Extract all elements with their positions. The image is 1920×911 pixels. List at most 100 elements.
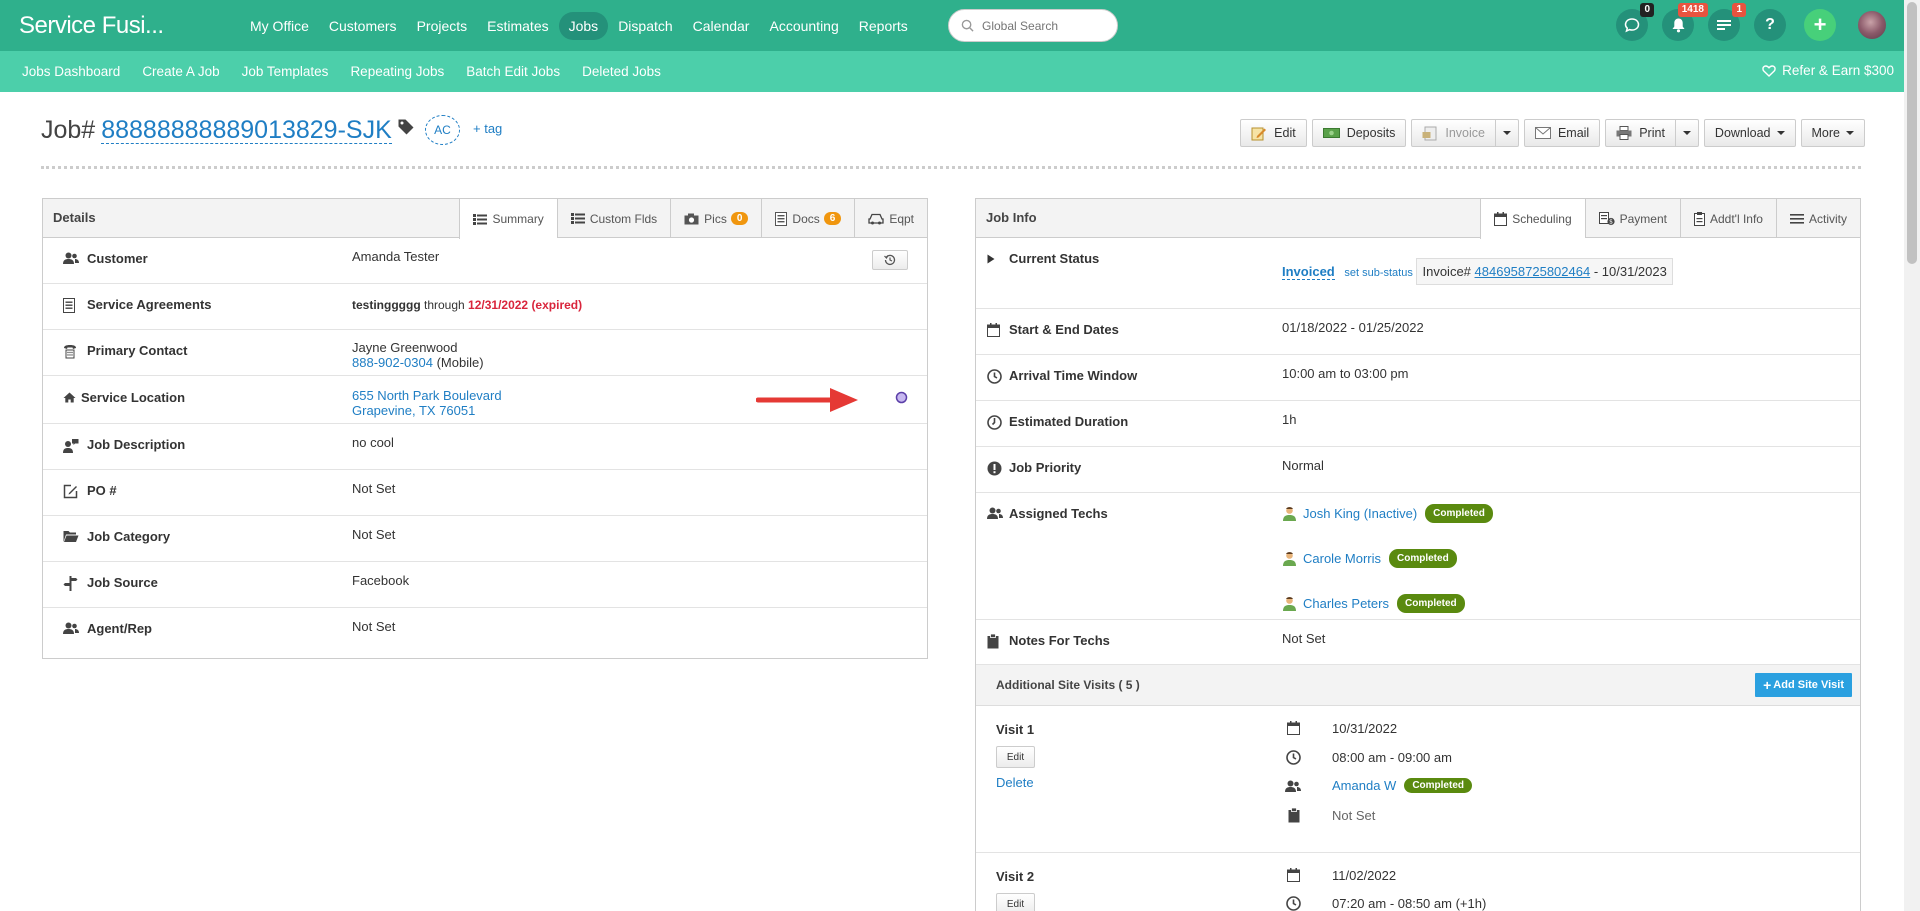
subnav-batch-edit-jobs[interactable]: Batch Edit Jobs xyxy=(466,64,560,79)
tasks-button[interactable]: 1 xyxy=(1708,3,1746,41)
tab-scheduling-label: Scheduling xyxy=(1512,212,1572,226)
visit-edit-button[interactable]: Edit xyxy=(996,746,1035,768)
tab-pics[interactable]: Pics 0 xyxy=(670,199,761,238)
add-tag-link[interactable]: + tag xyxy=(473,121,502,136)
subnav-job-templates[interactable]: Job Templates xyxy=(242,64,329,79)
more-button[interactable]: More xyxy=(1800,119,1865,147)
tab-payment[interactable]: $ Payment xyxy=(1584,199,1680,238)
info-row-current-status[interactable]: Current Status Invoiced set sub-status I… xyxy=(976,238,1860,309)
visit-edit-button[interactable]: Edit xyxy=(996,893,1035,911)
page-scrollbar[interactable] xyxy=(1904,0,1920,911)
job-source-label: Job Source xyxy=(87,575,158,590)
users-icon xyxy=(63,622,79,634)
deposits-button[interactable]: Deposits xyxy=(1311,119,1407,147)
scrollbar-thumb[interactable] xyxy=(1907,2,1917,264)
tag-icon[interactable] xyxy=(397,118,415,136)
tab-additional-info[interactable]: Addt'l Info xyxy=(1679,199,1776,238)
nav-my-office[interactable]: My Office xyxy=(240,12,319,40)
nav-jobs[interactable]: Jobs xyxy=(558,11,609,40)
invoice-dropdown-toggle[interactable] xyxy=(1495,119,1519,147)
clock-icon xyxy=(1286,896,1301,911)
service-location-value: 655 North Park Boulevard Grapevine, TX 7… xyxy=(352,388,502,418)
location-map-marker-icon[interactable] xyxy=(895,391,908,404)
agent-rep-value: Not Set xyxy=(352,619,396,634)
customer-link[interactable]: Amanda Tester xyxy=(352,249,439,264)
location-line2-link[interactable]: Grapevine, TX 76051 xyxy=(352,403,502,418)
tab-equipment[interactable]: Eqpt xyxy=(854,199,927,238)
assignee-initials-badge[interactable]: AC xyxy=(425,115,460,145)
printer-icon xyxy=(1616,126,1632,140)
more-label: More xyxy=(1811,126,1840,140)
edit-button[interactable]: Edit xyxy=(1240,119,1307,147)
pics-count-badge: 0 xyxy=(730,212,749,225)
edit-icon xyxy=(1251,127,1267,140)
detail-row-service-agreements: Service Agreements testinggggg through 1… xyxy=(43,284,927,330)
print-button[interactable]: Print xyxy=(1605,119,1676,147)
subnav-repeating-jobs[interactable]: Repeating Jobs xyxy=(350,64,444,79)
tech-name-link[interactable]: Charles Peters xyxy=(1303,596,1389,611)
nav-accounting[interactable]: Accounting xyxy=(759,12,848,40)
notifications-button[interactable]: 1418 xyxy=(1662,3,1708,41)
subnav-deleted-jobs[interactable]: Deleted Jobs xyxy=(582,64,661,79)
visit-time: 08:00 am - 09:00 am xyxy=(1332,750,1452,765)
location-line1-link[interactable]: 655 North Park Boulevard xyxy=(352,388,502,403)
agreement-expiry: 12/31/2022 (expired) xyxy=(468,298,583,312)
docs-count-badge: 6 xyxy=(823,212,842,225)
contact-phone-link[interactable]: 888-902-0304 xyxy=(352,355,433,370)
user-speech-icon xyxy=(63,439,79,453)
add-site-visit-button[interactable]: + Add Site Visit xyxy=(1755,673,1852,697)
tab-docs[interactable]: Docs 6 xyxy=(761,199,854,238)
refer-earn-link[interactable]: Refer & Earn $300 xyxy=(1762,63,1894,78)
list-icon xyxy=(570,213,585,224)
detail-row-job-category: Job Category Not Set xyxy=(43,516,927,562)
nav-dispatch[interactable]: Dispatch xyxy=(608,12,682,40)
search-input[interactable] xyxy=(982,18,1102,33)
tab-custom-fields[interactable]: Custom Flds xyxy=(556,199,670,238)
tab-activity[interactable]: Activity xyxy=(1775,199,1860,238)
tech-name-link[interactable]: Carole Morris xyxy=(1303,551,1381,566)
history-button[interactable] xyxy=(872,250,908,270)
invoice-button[interactable]: Invoice xyxy=(1411,119,1496,147)
tab-summary[interactable]: Summary xyxy=(459,199,557,239)
download-button[interactable]: Download xyxy=(1703,119,1796,147)
assigned-techs-label: Assigned Techs xyxy=(1009,506,1108,521)
details-panel-header: Details Summary Custom Flds Pics 0 Docs … xyxy=(43,199,927,239)
caret-right-icon xyxy=(987,254,995,264)
nav-projects[interactable]: Projects xyxy=(407,12,478,40)
menu-lines-icon xyxy=(1789,213,1804,224)
global-search[interactable] xyxy=(948,9,1118,42)
print-dropdown-toggle[interactable] xyxy=(1675,119,1699,147)
info-row-notes: Notes For Techs Not Set xyxy=(976,620,1860,665)
subnav-create-job[interactable]: Create A Job xyxy=(142,64,219,79)
service-location-label: Service Location xyxy=(81,390,186,405)
help-button[interactable]: ? xyxy=(1754,9,1786,41)
set-sub-status-link[interactable]: set sub-status xyxy=(1344,267,1412,279)
quick-add-button[interactable]: + xyxy=(1804,9,1836,41)
tab-scheduling[interactable]: Scheduling xyxy=(1480,199,1585,239)
invoice-label: Invoice xyxy=(1445,126,1485,140)
tech-name-link[interactable]: Josh King (Inactive) xyxy=(1303,506,1417,521)
nav-reports[interactable]: Reports xyxy=(849,12,918,40)
brand-logo[interactable]: Service Fusi... xyxy=(19,12,164,40)
status-invoiced-link[interactable]: Invoiced xyxy=(1282,264,1335,280)
red-arrow-annotation xyxy=(756,388,858,412)
tab-docs-label: Docs xyxy=(792,211,820,226)
user-avatar[interactable] xyxy=(1856,9,1888,41)
visit-tech: Amanda W Completed xyxy=(1332,778,1472,793)
nav-estimates[interactable]: Estimates xyxy=(477,12,558,40)
chat-button[interactable]: 0 xyxy=(1616,3,1654,41)
nav-customers[interactable]: Customers xyxy=(319,12,407,40)
visit-tech-link[interactable]: Amanda W xyxy=(1332,778,1396,793)
po-value: Not Set xyxy=(352,481,396,496)
visit-delete-link[interactable]: Delete xyxy=(996,775,1034,790)
contact-name: Jayne Greenwood xyxy=(352,340,458,355)
subnav-jobs-dashboard[interactable]: Jobs Dashboard xyxy=(22,64,120,79)
invoice-number-link[interactable]: 4846958725802464 xyxy=(1475,264,1591,279)
job-number[interactable]: 88888888889013829-SJK xyxy=(101,117,392,144)
priority-value: Normal xyxy=(1282,458,1324,473)
edit-square-icon xyxy=(63,484,78,499)
users-icon xyxy=(1285,780,1301,792)
email-button[interactable]: Email xyxy=(1523,119,1601,147)
nav-calendar[interactable]: Calendar xyxy=(683,12,760,40)
assigned-techs-list: Josh King (Inactive) Completed Carole Mo… xyxy=(1282,503,1493,613)
